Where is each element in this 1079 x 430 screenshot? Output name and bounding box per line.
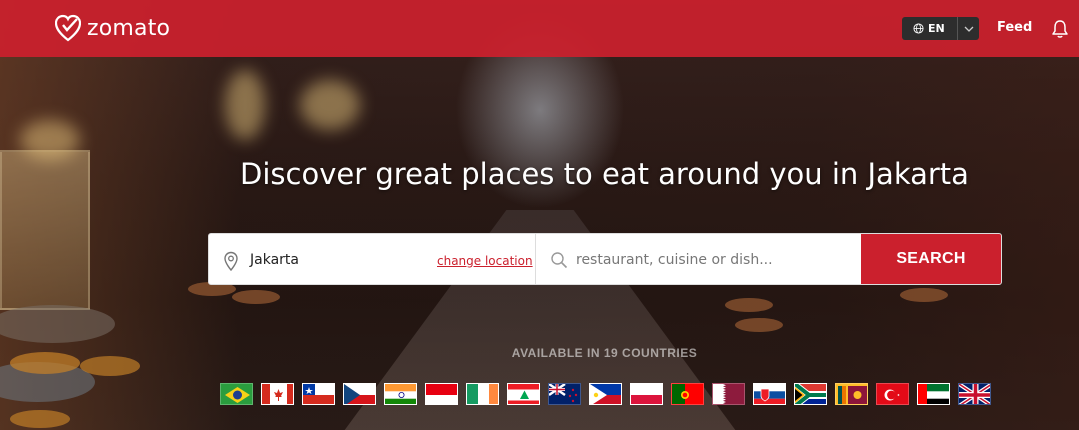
flag-indonesia[interactable]: [425, 383, 458, 405]
location-field[interactable]: Jakarta change location: [209, 234, 536, 284]
flag-united-kingdom[interactable]: [958, 383, 991, 405]
language-current[interactable]: EN: [902, 17, 958, 40]
location-pin-icon: [224, 251, 238, 271]
brand-logo[interactable]: zomato: [55, 14, 170, 42]
query-field: [536, 234, 861, 284]
search-icon: [551, 252, 568, 269]
feed-link[interactable]: Feed: [997, 20, 1032, 35]
flag-new-zealand[interactable]: [548, 383, 581, 405]
countries-label: AVAILABLE IN 19 COUNTRIES: [511, 346, 698, 360]
flag-czech-republic[interactable]: [343, 383, 376, 405]
language-selector[interactable]: EN: [902, 17, 979, 40]
hero-headline: Discover great places to eat around you …: [240, 157, 969, 191]
flag-india[interactable]: [384, 383, 417, 405]
flag-portugal[interactable]: [671, 383, 704, 405]
chevron-down-icon: [964, 26, 973, 32]
flag-philippines[interactable]: [589, 383, 622, 405]
hero-background: [0, 0, 1079, 430]
search-input[interactable]: [576, 246, 846, 274]
flag-canada[interactable]: [261, 383, 294, 405]
brand-name: zomato: [87, 15, 171, 41]
flag-sri-lanka[interactable]: [835, 383, 868, 405]
language-dropdown-toggle[interactable]: [958, 17, 979, 40]
flag-ireland[interactable]: [466, 383, 499, 405]
bell-icon[interactable]: [1051, 19, 1069, 39]
location-value: Jakarta: [250, 252, 299, 268]
flag-lebanon[interactable]: [507, 383, 540, 405]
country-flags: [220, 383, 991, 405]
flag-poland[interactable]: [630, 383, 663, 405]
flag-uae[interactable]: [917, 383, 950, 405]
flag-turkey[interactable]: [876, 383, 909, 405]
top-nav: zomato EN Feed: [0, 0, 1079, 57]
flag-qatar[interactable]: [712, 383, 745, 405]
search-button[interactable]: SEARCH: [861, 234, 1001, 284]
search-bar: Jakarta change location SEARCH: [208, 233, 1002, 285]
globe-icon: [913, 23, 924, 34]
language-code: EN: [928, 22, 945, 35]
zomato-logo-icon: [55, 14, 81, 42]
flag-slovakia[interactable]: [753, 383, 786, 405]
flag-chile[interactable]: [302, 383, 335, 405]
change-location-link[interactable]: change location: [437, 254, 533, 268]
flag-brazil[interactable]: [220, 383, 253, 405]
flag-south-africa[interactable]: [794, 383, 827, 405]
